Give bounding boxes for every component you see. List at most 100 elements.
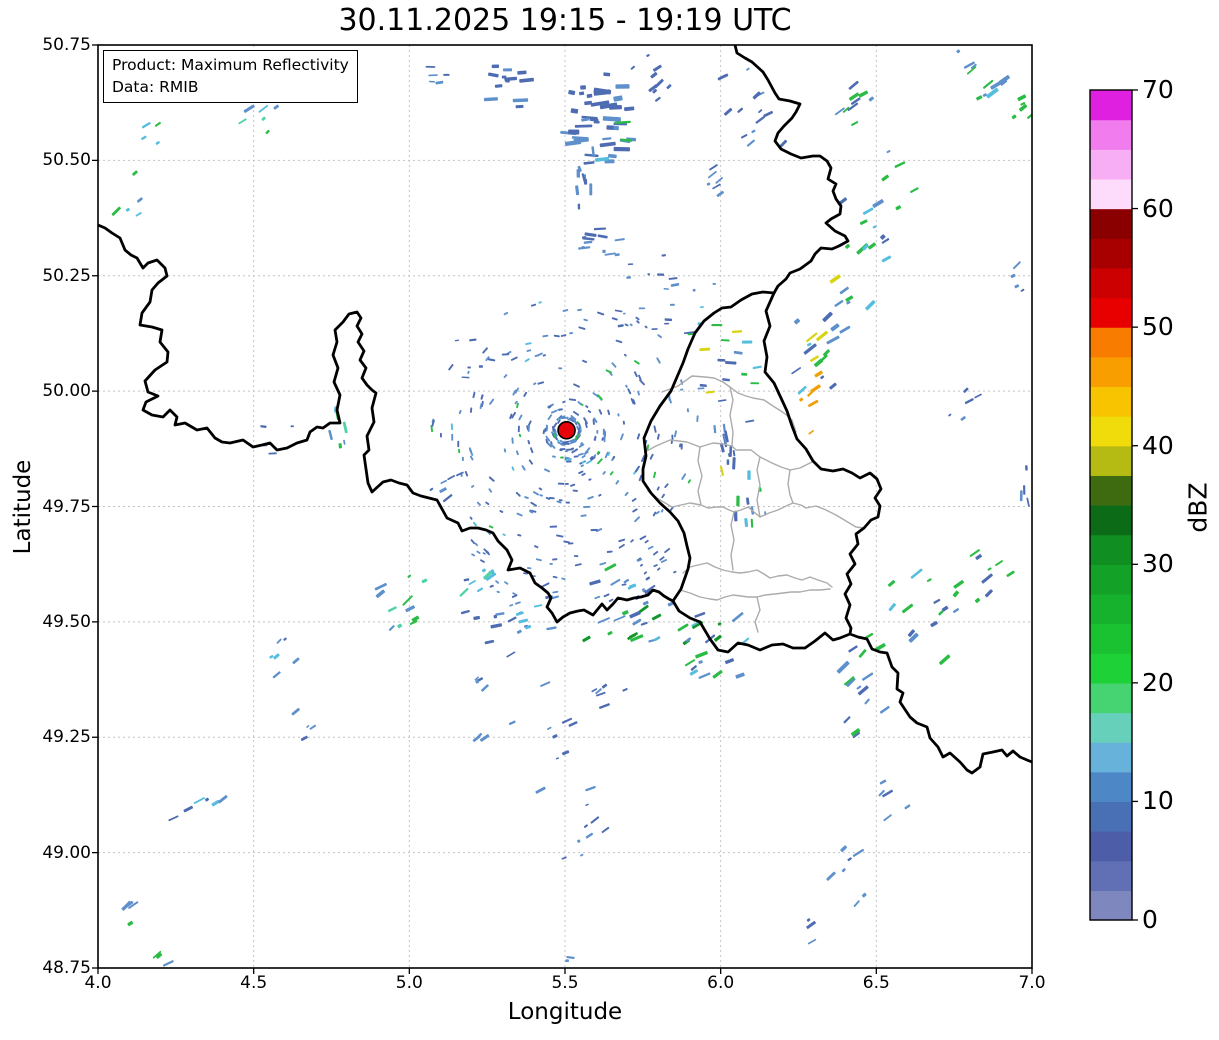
echo-pixel: [502, 68, 513, 72]
echo-pixel: [680, 388, 684, 391]
echo-pixel: [715, 177, 723, 184]
echo-pixel: [656, 357, 661, 364]
echo-pixel: [265, 129, 270, 135]
echo-pixel: [515, 601, 521, 605]
echo-pixel: [566, 955, 575, 960]
echo-pixel: [615, 339, 623, 344]
echo-pixel: [717, 358, 726, 362]
regional-border-line: [647, 490, 865, 529]
echo-pixel: [661, 254, 666, 257]
echo-pixel: [458, 409, 462, 415]
regional-border-line: [697, 446, 703, 506]
echo-pixel: [602, 137, 612, 141]
echo-pixel: [599, 141, 616, 148]
info-product-line: Product: Maximum Reflectivity: [112, 56, 349, 74]
echo-pixel: [1014, 284, 1020, 289]
echo-pixel: [532, 491, 540, 496]
echo-pixel: [624, 323, 629, 327]
echo-pixel: [668, 277, 678, 280]
echo-pixel: [657, 567, 661, 571]
echo-pixel: [421, 578, 428, 584]
echo-pixel: [879, 779, 887, 785]
echo-pixel: [558, 408, 563, 411]
echo-pixel: [613, 126, 619, 131]
echo-pixel: [558, 499, 563, 502]
echo-pixel: [948, 413, 952, 417]
echo-pixel: [506, 651, 516, 658]
echo-pixel: [726, 459, 730, 465]
echo-pixel: [481, 568, 486, 573]
echo-pixel: [615, 480, 620, 485]
echo-pixel: [816, 330, 828, 342]
echo-pixel: [583, 505, 591, 508]
y-axis-label: Latitude: [10, 459, 36, 555]
x-tick-label: 4.5: [240, 973, 268, 993]
echo-pixel: [435, 80, 444, 85]
echo-pixel: [552, 558, 558, 561]
echo-pixel: [841, 868, 846, 873]
echo-pixel: [820, 375, 825, 380]
echo-pixel: [926, 578, 932, 582]
echo-pixel: [731, 612, 744, 623]
plot-inner: [98, 45, 1032, 968]
echo-pixel: [663, 287, 670, 290]
colorbar-tick-label: 10: [1142, 786, 1174, 816]
echo-pixel: [894, 161, 906, 168]
echo-pixel: [746, 67, 750, 71]
echo-pixel: [939, 654, 951, 665]
echo-pixel: [555, 757, 560, 760]
echo-pixel: [593, 227, 607, 231]
echo-pixel: [306, 725, 310, 728]
echo-pixel: [883, 814, 892, 822]
echo-pixel: [953, 580, 964, 589]
colorbar-label: dBZ: [1183, 482, 1213, 533]
echo-pixel: [1017, 94, 1027, 102]
echo-pixel: [489, 584, 494, 588]
echo-pixel: [633, 371, 638, 378]
echo-pixel: [664, 318, 673, 322]
echo-pixel: [623, 578, 630, 584]
echo-pixel: [478, 365, 483, 368]
echo-pixel: [603, 593, 610, 598]
echo-pixel: [722, 378, 730, 382]
echo-pixel: [750, 382, 760, 385]
echo-pixel: [981, 573, 993, 584]
echo-pixel: [956, 49, 961, 54]
echo-pixel: [601, 826, 610, 834]
echo-pixel: [1010, 273, 1016, 279]
colorbar-tick-label: 50: [1142, 312, 1174, 342]
echo-pixel: [712, 282, 716, 285]
echo-pixel: [699, 347, 711, 352]
echo-pixel: [807, 399, 819, 408]
echo-pixel: [731, 330, 743, 334]
echo-pixel: [518, 618, 529, 624]
echo-pixel: [763, 110, 774, 118]
echo-pixel: [132, 170, 138, 176]
echo-pixel: [712, 183, 721, 190]
echo-pixel: [464, 470, 469, 477]
echo-pixel: [627, 263, 634, 266]
echo-pixel: [579, 91, 585, 96]
colorbar-band: [1090, 801, 1132, 832]
echo-pixel: [502, 533, 506, 537]
echo-pixel: [511, 466, 515, 471]
echo-pixel: [952, 590, 960, 598]
echo-pixel: [578, 470, 584, 475]
echo-pixel: [542, 334, 549, 338]
echo-pixel: [338, 443, 343, 449]
echo-pixel: [309, 724, 317, 730]
colorbar-band: [1090, 742, 1132, 773]
echo-pixel: [652, 511, 657, 517]
echo-pixel: [578, 326, 586, 330]
echo-pixel: [461, 376, 470, 379]
x-tick-label: 6.0: [707, 973, 735, 993]
echo-pixel: [471, 485, 475, 488]
echo-pixel: [904, 804, 911, 810]
echo-pixel: [439, 432, 442, 438]
echo-pixel: [488, 488, 493, 493]
echo-pixel: [597, 458, 603, 465]
echo-pixel: [568, 398, 577, 402]
echo-pixel: [681, 473, 687, 480]
echo-pixel: [639, 379, 645, 386]
echo-pixel: [574, 124, 593, 128]
